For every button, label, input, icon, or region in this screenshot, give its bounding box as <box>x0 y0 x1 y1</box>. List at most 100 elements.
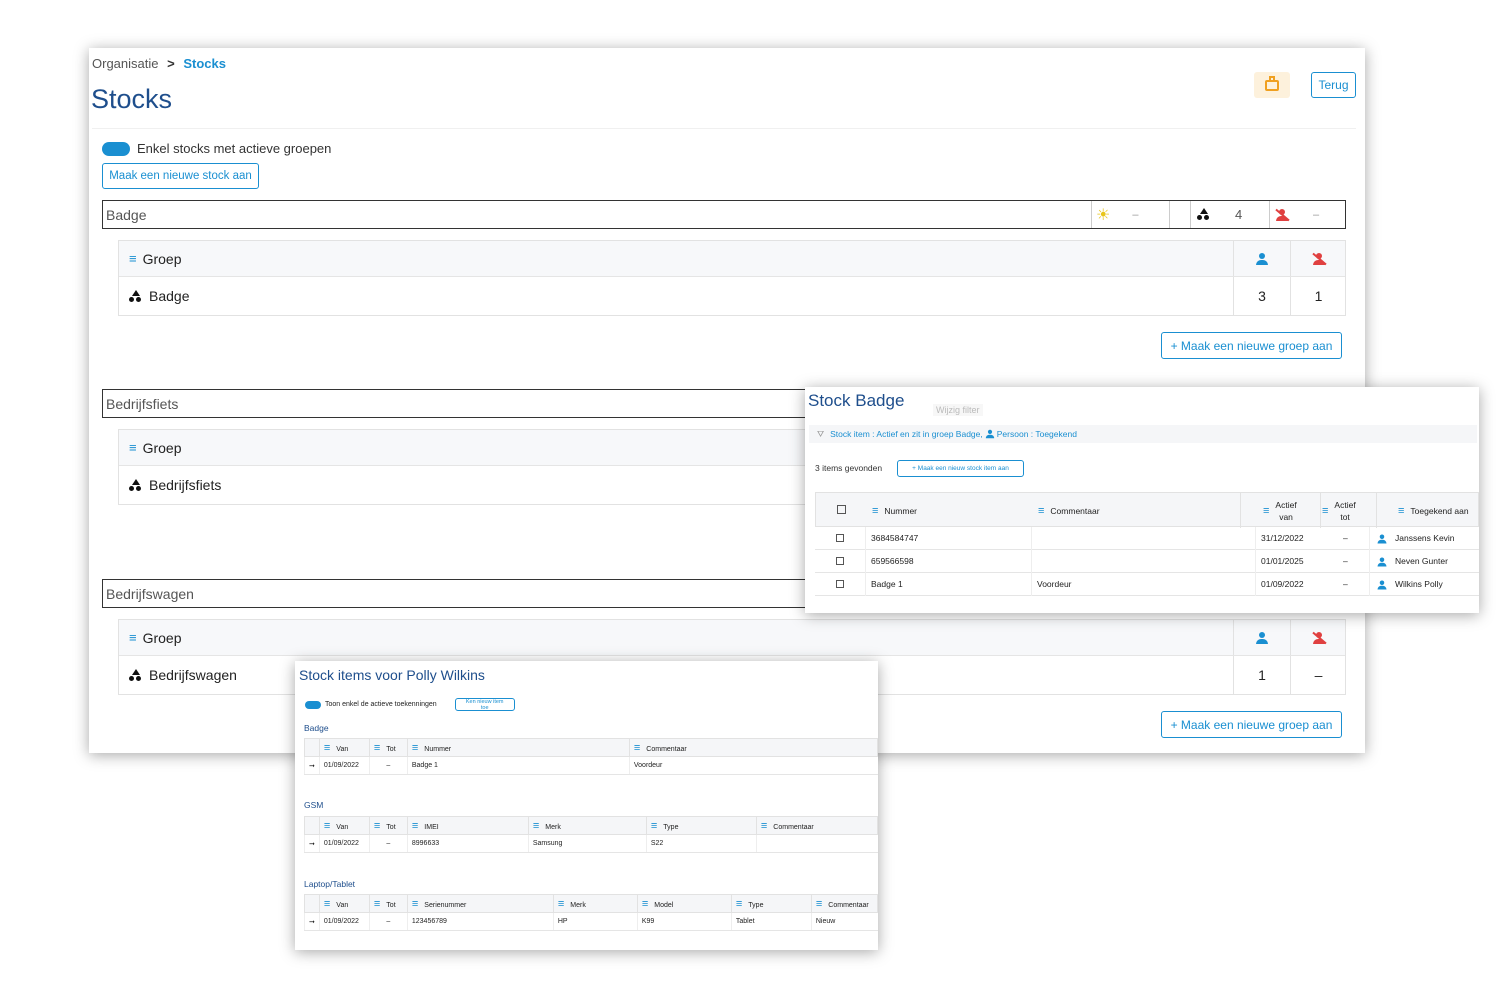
col-toegekend[interactable]: ≡ Toegekend aan <box>1398 505 1469 517</box>
cell-toegekend[interactable]: Neven Gunter <box>1395 556 1448 566</box>
col-type[interactable]: ≡ Type <box>730 894 812 913</box>
col-tot[interactable]: ≡ Tot <box>368 738 408 757</box>
active-groups-toggle[interactable] <box>102 141 130 156</box>
person-icon <box>1377 580 1387 590</box>
group-row[interactable]: Badge 3 1 <box>119 277 1345 315</box>
person-icon <box>1256 252 1268 265</box>
col-nummer[interactable]: ≡ Nummer <box>872 505 917 517</box>
cell-toegekend[interactable]: Wilkins Polly <box>1395 579 1443 589</box>
assigned-column[interactable] <box>1233 620 1290 655</box>
printer-icon <box>1265 75 1279 91</box>
filter-icon[interactable]: ≡ <box>129 251 137 266</box>
col-actief-van[interactable]: ≡ Actief van <box>1263 499 1323 523</box>
cell-nummer: 3684584747 <box>871 533 919 543</box>
col-imei[interactable]: ≡ IMEI <box>406 816 529 835</box>
cell-actief-tot: – <box>1343 579 1348 589</box>
cell-tot: – <box>368 912 408 931</box>
filter-icon[interactable]: ≡ <box>129 440 137 455</box>
new-group-button-bedrijfswagen[interactable]: + Maak een nieuwe groep aan <box>1161 711 1342 738</box>
unassigned-count: – <box>1290 656 1346 694</box>
cell-model: K99 <box>636 912 732 931</box>
stock-name: Bedrijfswagen <box>106 586 194 602</box>
polly-stock-items-panel: Stock items voor Polly Wilkins Toon enke… <box>295 661 879 950</box>
table-header: ≡ Nummer ≡ Commentaar ≡ Actief van ≡ Actief to… <box>815 492 1479 528</box>
table-row[interactable]: 3684584747 31/12/2022 – Janssens Kevin <box>815 527 1479 550</box>
cell-tot: – <box>368 756 408 775</box>
col-commentaar[interactable]: ≡ Commentaar <box>628 738 879 757</box>
breadcrumb-parent[interactable]: Organisatie <box>92 56 158 71</box>
group-row-name: Bedrijfswagen <box>149 667 237 683</box>
cell-van: 01/09/2022 <box>318 834 370 853</box>
group-row-name: Bedrijfsfiets <box>149 477 222 493</box>
cell-merk: HP <box>552 912 638 931</box>
col-van[interactable]: ≡ Van <box>318 816 370 835</box>
back-button[interactable]: Terug <box>1311 72 1356 98</box>
filter-bar[interactable]: ⛛ Stock item : Actief en zit in groep Ba… <box>809 425 1477 443</box>
stock-name: Badge <box>106 207 147 223</box>
table-row[interactable]: Badge 1 Voordeur 01/09/2022 – Wilkins Po… <box>815 573 1479 596</box>
col-tot[interactable]: ≡ Tot <box>368 816 408 835</box>
col-tot[interactable]: ≡ Tot <box>368 894 408 913</box>
new-stock-button[interactable]: Maak een nieuwe stock aan <box>102 163 259 189</box>
col-model[interactable]: ≡ Model <box>636 894 732 913</box>
breadcrumb-separator: > <box>167 56 175 71</box>
col-commentaar[interactable]: ≡ Commentaar <box>755 816 879 835</box>
breadcrumb-current: Stocks <box>183 56 226 71</box>
cell-nummer: 659566598 <box>871 556 914 566</box>
assigned-column[interactable] <box>1233 241 1290 276</box>
column-groep[interactable]: Groep <box>143 630 182 646</box>
unassigned-column[interactable] <box>1290 241 1346 276</box>
assign-new-item-button[interactable]: Ken nieuw item toe <box>454 698 515 711</box>
cell-tot: – <box>368 834 408 853</box>
table-row[interactable]: ➞ 01/09/2022 – 123456789 HP K99 Tablet N… <box>304 912 878 931</box>
col-merk[interactable]: ≡ Merk <box>527 816 647 835</box>
cell-commentaar: Voordeur <box>628 756 878 775</box>
unassigned-column[interactable] <box>1290 620 1346 655</box>
column-groep[interactable]: Groep <box>143 251 182 267</box>
cell-actief-van: 31/12/2022 <box>1261 533 1304 543</box>
filter-icon[interactable]: ≡ <box>129 630 137 645</box>
cell-type: S22 <box>645 834 757 853</box>
col-nummer[interactable]: ≡ Nummer <box>406 738 630 757</box>
person-icon <box>1377 557 1387 567</box>
col-commentaar[interactable]: ≡ Commentaar <box>1038 505 1100 517</box>
polly-title: Stock items voor Polly Wilkins <box>299 667 485 683</box>
table-row[interactable]: 659566598 01/01/2025 – Neven Gunter <box>815 550 1479 573</box>
column-groep[interactable]: Groep <box>143 440 182 456</box>
section-laptop: Laptop/Tablet <box>304 879 356 889</box>
active-groups-toggle-row: Enkel stocks met actieve groepen <box>102 141 331 156</box>
col-actief-tot[interactable]: ≡ Actief tot <box>1322 499 1382 523</box>
select-all-checkbox[interactable] <box>837 505 846 514</box>
row-checkbox[interactable] <box>836 580 844 588</box>
person-x-icon <box>1311 252 1327 265</box>
person-icon <box>985 429 994 439</box>
cell-toegekend[interactable]: Janssens Kevin <box>1395 533 1455 543</box>
person-icon <box>1256 631 1268 644</box>
funnel-icon: ⛛ <box>817 428 825 439</box>
person-x-icon <box>1311 631 1327 644</box>
stock-bar-badge[interactable]: Badge ☀ – 4 – <box>102 200 1346 229</box>
unassigned-stat-cell: – <box>1269 201 1345 228</box>
table-row[interactable]: ➞ 01/09/2022 – 8996633 Samsung S22 <box>304 834 878 853</box>
col-commentaar[interactable]: ≡ Commentaar <box>810 894 879 913</box>
new-group-button-badge[interactable]: + Maak een nieuwe groep aan <box>1161 332 1342 359</box>
breadcrumb: Organisatie > Stocks <box>92 56 226 71</box>
col-type[interactable]: ≡ Type <box>645 816 757 835</box>
group-shapes-icon <box>1197 208 1211 221</box>
col-serienummer[interactable]: ≡ Serienummer <box>406 894 554 913</box>
print-button[interactable] <box>1254 72 1290 98</box>
col-merk[interactable]: ≡ Merk <box>552 894 638 913</box>
arrow-icon: ➞ <box>304 834 320 853</box>
row-checkbox[interactable] <box>836 534 844 542</box>
col-van[interactable]: ≡ Van <box>318 894 370 913</box>
col-van[interactable]: ≡ Van <box>318 738 370 757</box>
stock-badge-title: Stock Badge <box>808 391 905 410</box>
new-stock-item-button[interactable]: + Maak een nieuw stock item aan <box>897 460 1024 477</box>
row-checkbox[interactable] <box>836 557 844 565</box>
active-assignments-toggle[interactable] <box>305 700 321 709</box>
table-row[interactable]: ➞ 01/09/2022 – Badge 1 Voordeur <box>304 756 878 775</box>
group-shapes-icon <box>129 289 143 303</box>
cell-commentaar <box>755 834 878 853</box>
toggle-label: Enkel stocks met actieve groepen <box>137 141 332 156</box>
group-table-header: ≡ Groep <box>119 620 1345 656</box>
